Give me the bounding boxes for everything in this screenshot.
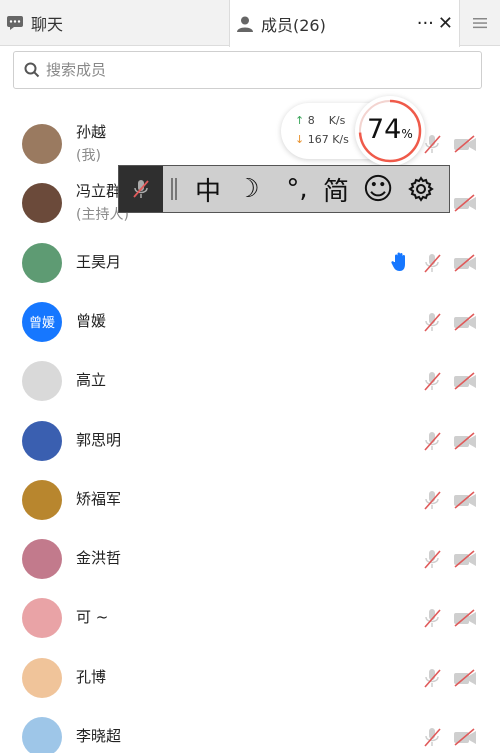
- member-name: 可 ~: [76, 608, 109, 627]
- cpu-gauge: 74%: [355, 96, 425, 166]
- camera-off-icon[interactable]: [452, 726, 478, 748]
- search-input[interactable]: [46, 61, 466, 79]
- tab-chat[interactable]: 聊天: [0, 0, 228, 46]
- camera-off-icon[interactable]: [452, 192, 478, 214]
- upload-unit: K/s: [328, 114, 346, 127]
- member-name: 孔博: [76, 667, 107, 686]
- mic-muted-icon[interactable]: [421, 430, 443, 452]
- ime-emoji-icon[interactable]: ☺: [362, 171, 393, 207]
- member-name: 孙越: [76, 123, 107, 141]
- mic-muted-icon[interactable]: [421, 548, 443, 570]
- avatar: [22, 479, 62, 520]
- more-icon[interactable]: ···: [417, 13, 434, 34]
- menu-button[interactable]: [460, 0, 500, 46]
- ime-drag-handle[interactable]: [171, 178, 177, 200]
- avatar-initials: 曾媛: [28, 316, 55, 332]
- tab-bar: 聊天 成员(26) ··· ✕: [0, 0, 500, 47]
- avatar: [22, 124, 62, 164]
- member-row[interactable]: 王昊月: [0, 233, 500, 292]
- mic-muted-icon: [133, 180, 149, 198]
- member-row[interactable]: 曾媛 曾媛: [0, 292, 500, 351]
- avatar: [22, 539, 62, 580]
- raised-hand-icon: [390, 251, 410, 273]
- upload-arrow-icon: ↑: [295, 114, 305, 127]
- mic-muted-icon[interactable]: [421, 370, 443, 392]
- ime-toolbar: 中 ☽ °, 简 ☺: [118, 165, 450, 213]
- member-row[interactable]: 高立: [0, 351, 500, 410]
- search-box[interactable]: [13, 51, 482, 89]
- download-value: 167: [307, 133, 329, 146]
- mic-muted-icon[interactable]: [421, 607, 443, 629]
- avatar: [22, 361, 62, 402]
- chat-bubble-icon: [6, 15, 24, 31]
- camera-off-icon[interactable]: [452, 489, 478, 511]
- member-row[interactable]: 金洪哲: [0, 529, 500, 588]
- ime-halfwidth-moon-icon[interactable]: ☽: [233, 171, 263, 207]
- avatar: [22, 657, 62, 698]
- member-name: 郭思明: [76, 430, 122, 449]
- avatar: [22, 420, 62, 461]
- ime-simplified[interactable]: 简: [321, 171, 351, 207]
- camera-off-icon[interactable]: [452, 667, 478, 689]
- hamburger-icon: [473, 18, 487, 29]
- member-role: (我): [76, 148, 101, 164]
- ime-punctuation[interactable]: °,: [277, 171, 317, 207]
- mic-muted-icon[interactable]: [421, 667, 443, 689]
- avatar: [22, 598, 62, 639]
- mic-muted-icon[interactable]: [421, 489, 443, 511]
- camera-off-icon[interactable]: [452, 133, 478, 155]
- search-icon: [24, 62, 40, 78]
- cpu-percent-value: 74: [367, 114, 402, 145]
- upload-value: 8: [307, 114, 315, 127]
- person-icon: [236, 15, 254, 33]
- member-name: 金洪哲: [76, 549, 122, 568]
- member-name: 矫福军: [76, 489, 122, 508]
- avatar: 曾媛: [22, 301, 62, 342]
- camera-off-icon[interactable]: [452, 430, 478, 452]
- member-name: 冯立群: [76, 182, 122, 201]
- mic-muted-icon[interactable]: [421, 311, 443, 333]
- camera-off-icon[interactable]: [452, 311, 478, 333]
- ime-mic-button[interactable]: [119, 166, 163, 212]
- member-name: 王昊月: [76, 252, 122, 271]
- cpu-percent-unit: %: [401, 127, 413, 141]
- tab-members-label: 成员(26): [261, 15, 326, 35]
- ime-settings-gear-icon[interactable]: [405, 171, 437, 207]
- member-row[interactable]: 郭思明: [0, 411, 500, 470]
- mic-muted-icon[interactable]: [421, 252, 443, 274]
- member-name: 曾媛: [76, 311, 107, 330]
- mic-muted-icon[interactable]: [421, 726, 443, 748]
- camera-off-icon[interactable]: [452, 548, 478, 570]
- tab-members[interactable]: 成员(26) ··· ✕: [229, 0, 460, 47]
- member-row[interactable]: 可 ~: [0, 588, 500, 647]
- close-icon[interactable]: ✕: [438, 13, 453, 34]
- camera-off-icon[interactable]: [452, 370, 478, 392]
- camera-off-icon[interactable]: [452, 252, 478, 274]
- member-row[interactable]: 孔博: [0, 648, 500, 707]
- camera-off-icon[interactable]: [452, 607, 478, 629]
- avatar: [22, 242, 62, 283]
- tab-chat-label: 聊天: [31, 15, 64, 34]
- download-unit: K/s: [332, 133, 349, 146]
- member-name: 李晓超: [76, 727, 122, 745]
- avatar: [22, 717, 62, 753]
- member-name: 高立: [76, 371, 107, 390]
- avatar: [22, 183, 62, 224]
- member-row[interactable]: 李晓超: [0, 707, 500, 753]
- ime-chinese-mode[interactable]: 中: [193, 171, 223, 207]
- download-arrow-icon: ↓: [295, 133, 305, 146]
- member-row[interactable]: 矫福军: [0, 470, 500, 529]
